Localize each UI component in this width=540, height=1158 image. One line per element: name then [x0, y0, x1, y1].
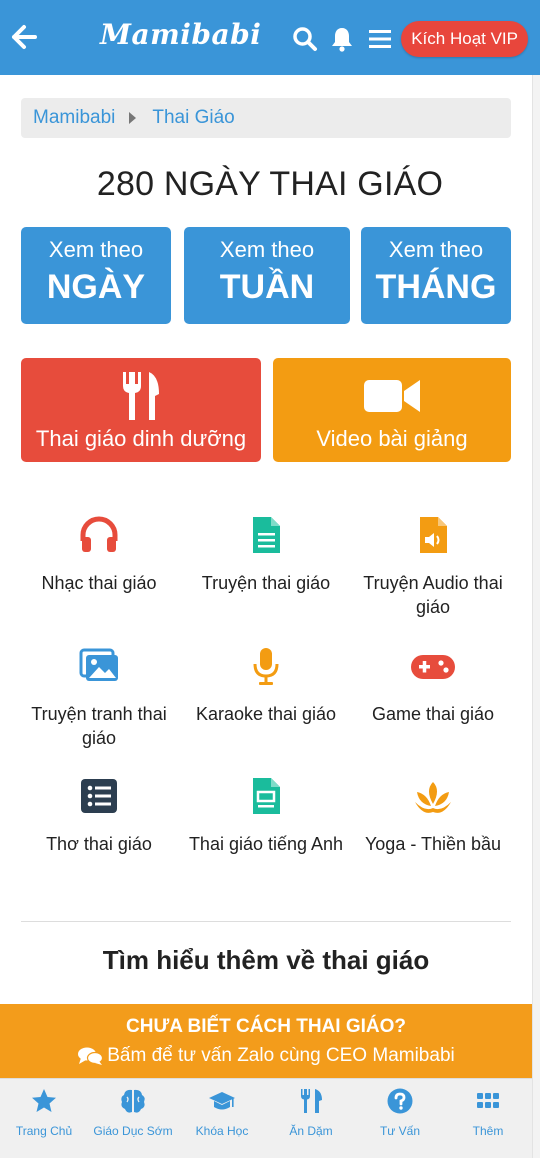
bottom-navigation: Trang Chủ Giáo Dục Sớm Khóa Học Ăn Dặm T…: [0, 1078, 532, 1158]
nav-item-early-education[interactable]: Giáo Dục Sớm: [89, 1079, 177, 1158]
grid-item-english[interactable]: Thai giáo tiếng Anh: [181, 776, 351, 856]
grid-item-stories[interactable]: Truyện thai giáo: [181, 515, 351, 595]
video-lessons-button[interactable]: Video bài giảng: [273, 358, 511, 462]
nav-item-label: Khóa Học: [195, 1124, 249, 1138]
grid-item-label: Thơ thai giáo: [46, 834, 152, 854]
nav-item-label: Thêm: [472, 1124, 504, 1138]
nav-item-courses[interactable]: Khóa Học: [178, 1079, 266, 1158]
grid-item-label: Thai giáo tiếng Anh: [188, 834, 344, 854]
document-icon: [253, 517, 280, 553]
lotus-icon: [415, 782, 451, 813]
logo[interactable]: Mamibabi: [100, 18, 261, 51]
grid-icon: [477, 1093, 499, 1108]
view-by-month-label-line1: Xem theo: [388, 237, 484, 262]
nav-item-home[interactable]: Trang Chủ: [0, 1079, 88, 1158]
nav-item-consult[interactable]: Tư Vấn: [356, 1079, 444, 1158]
vertical-scrollbar[interactable]: [532, 75, 540, 1158]
question-icon: [387, 1088, 413, 1114]
view-by-month-button[interactable]: Xem theo THÁNG: [361, 227, 511, 324]
nav-item-label: Tư Vấn: [379, 1124, 421, 1138]
grid-item-label: Truyện tranh thai giáo: [31, 704, 167, 748]
audio-file-icon: [420, 517, 447, 553]
nav-item-label: Giáo Dục Sớm: [93, 1124, 173, 1138]
grid-item-poetry[interactable]: Thơ thai giáo: [14, 776, 184, 856]
headphones-icon: [80, 516, 118, 552]
view-by-month-label-line2: THÁNG: [375, 268, 497, 306]
star-icon: [32, 1089, 56, 1112]
microphone-icon: [253, 648, 279, 685]
nutrition-education-button[interactable]: Thai giáo dinh dưỡng: [21, 358, 261, 462]
brain-icon: [121, 1089, 145, 1113]
search-icon[interactable]: [292, 26, 318, 52]
nav-item-weaning[interactable]: Ăn Dặm: [267, 1079, 355, 1158]
bell-icon[interactable]: [329, 26, 355, 52]
back-arrow-icon[interactable]: [10, 22, 38, 52]
top-header: Mamibabi Kích Hoạt VIP: [0, 0, 540, 75]
breadcrumb-separator-icon: [129, 112, 137, 124]
grid-item-label: Game thai giáo: [371, 704, 495, 724]
video-lessons-label: Video bài giảng: [316, 426, 468, 451]
banner-subtitle-row: Bấm để tư vấn Zalo cùng CEO Mamibabi: [0, 1045, 532, 1067]
grid-item-audio-stories[interactable]: Truyện Audio thai giáo: [348, 515, 518, 619]
grid-item-label: Truyện thai giáo: [201, 573, 331, 593]
page: Mamibabi Kích Hoạt VIP Mamibabi Thai Giá…: [0, 0, 540, 1158]
fork-knife-icon: [123, 372, 159, 420]
newspaper-icon: [253, 778, 280, 814]
list-icon: [81, 779, 117, 813]
view-by-day-label-line1: Xem theo: [48, 237, 144, 262]
banner-title: CHƯA BIẾT CÁCH THAI GIÁO?: [126, 1016, 406, 1037]
breadcrumb-current-link[interactable]: Thai Giáo: [152, 107, 234, 129]
grid-item-yoga[interactable]: Yoga - Thiền bầu: [348, 776, 518, 856]
activate-vip-button[interactable]: Kích Hoạt VIP: [401, 21, 528, 57]
nav-item-more[interactable]: Thêm: [444, 1079, 532, 1158]
breadcrumb-home-link[interactable]: Mamibabi: [33, 107, 115, 129]
banner-subtitle: Bấm để tư vấn Zalo cùng CEO Mamibabi: [107, 1045, 455, 1066]
gamepad-icon: [411, 655, 455, 679]
view-by-day-label-line2: NGÀY: [46, 268, 146, 306]
zalo-consult-banner[interactable]: CHƯA BIẾT CÁCH THAI GIÁO? Bấm để tư vấn …: [0, 1004, 532, 1078]
nutrition-education-label: Thai giáo dinh dưỡng: [35, 426, 247, 451]
chat-bubbles-icon: [78, 1047, 104, 1065]
view-by-week-label-line2: TUẦN: [219, 268, 315, 306]
section-divider: [21, 921, 511, 922]
hamburger-menu-icon[interactable]: [367, 26, 393, 52]
nav-item-label: Ăn Dặm: [289, 1124, 333, 1138]
grid-item-label: Truyện Audio thai giáo: [363, 573, 503, 617]
grid-item-label: Nhạc thai giáo: [41, 573, 157, 593]
nav-item-label: Trang Chủ: [15, 1124, 73, 1138]
learn-more-heading: Tìm hiểu thêm về thai giáo: [102, 945, 430, 975]
grid-item-karaoke[interactable]: Karaoke thai giáo: [181, 646, 351, 726]
grid-item-music[interactable]: Nhạc thai giáo: [14, 515, 184, 595]
grid-item-label: Yoga - Thiền bầu: [364, 834, 502, 854]
images-icon: [79, 648, 118, 681]
view-by-day-button[interactable]: Xem theo NGÀY: [21, 227, 171, 324]
view-by-week-label-line1: Xem theo: [219, 237, 315, 262]
grid-item-picture-stories[interactable]: Truyện tranh thai giáo: [14, 646, 184, 750]
graduation-cap-icon: [209, 1092, 235, 1110]
video-camera-icon: [364, 380, 420, 412]
grid-item-label: Karaoke thai giáo: [195, 704, 337, 724]
breadcrumb: Mamibabi Thai Giáo: [21, 98, 511, 138]
view-by-week-button[interactable]: Xem theo TUẦN: [184, 227, 350, 324]
utensils-icon: [301, 1089, 322, 1113]
page-title: 280 NGÀY THAI GIÁO: [96, 165, 444, 203]
grid-item-games[interactable]: Game thai giáo: [348, 646, 518, 726]
